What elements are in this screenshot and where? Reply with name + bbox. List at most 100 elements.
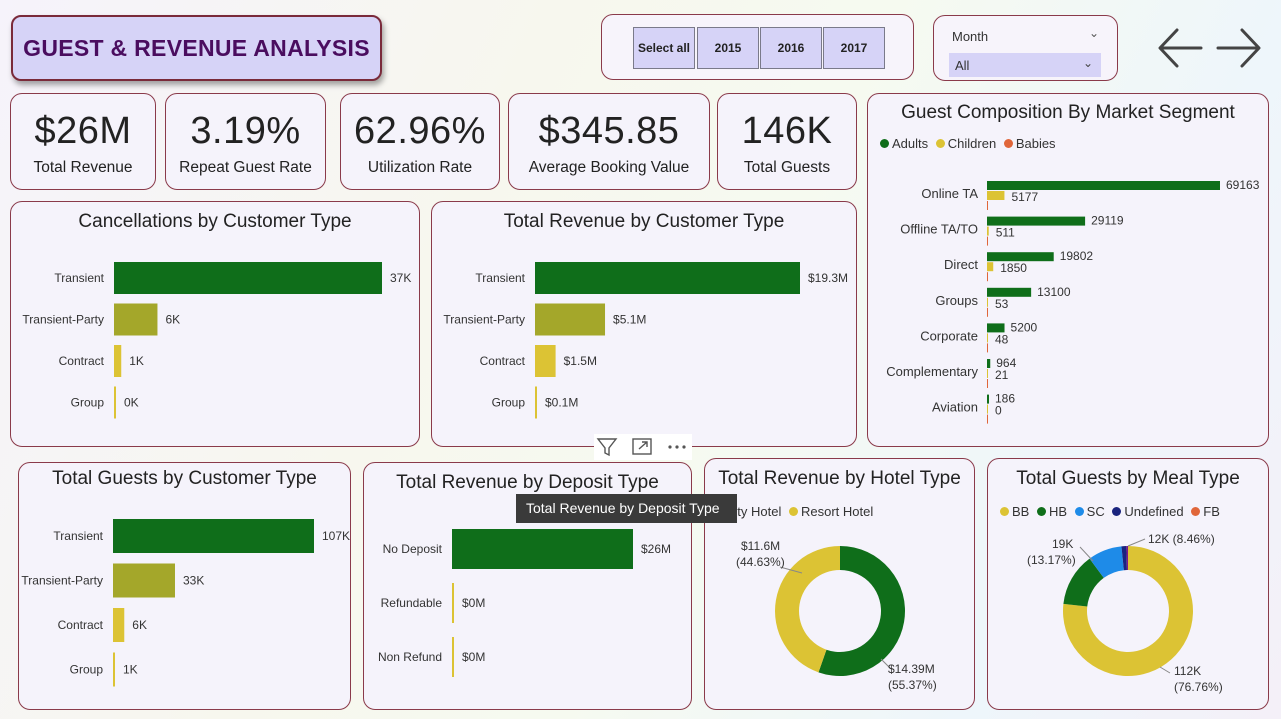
- bar-adults: [987, 394, 989, 404]
- legend-item-bb[interactable]: BB: [1000, 504, 1029, 519]
- bar-babies: [987, 201, 988, 210]
- chevron-down-icon[interactable]: ⌄: [1089, 26, 1099, 40]
- year-slicer: Select all 2015 2016 2017: [601, 14, 914, 80]
- kpi-total-guests: 146K Total Guests: [717, 93, 857, 190]
- category-label: Transient-Party: [443, 313, 525, 327]
- legend-item-fb[interactable]: FB: [1187, 504, 1220, 519]
- bar-babies: [987, 343, 988, 353]
- data-label: 107K: [322, 529, 350, 543]
- data-label: $5.1M: [613, 313, 646, 327]
- kpi-value: $345.85: [538, 110, 680, 152]
- bar-babies: [987, 236, 988, 246]
- data-label: (13.17%): [1027, 553, 1076, 567]
- category-label: Direct: [944, 257, 978, 272]
- chart-legend: BB HB SC Undefined FB: [1000, 504, 1220, 519]
- bar-adults: [987, 216, 1086, 226]
- category-label: Corporate: [920, 328, 978, 343]
- legend-item-undefined[interactable]: Undefined: [1108, 504, 1184, 519]
- data-label-children: 48: [995, 332, 1009, 346]
- kpi-label: Average Booking Value: [528, 159, 690, 176]
- year-button-2017[interactable]: 2017: [823, 27, 885, 69]
- category-label: Groups: [935, 293, 978, 308]
- data-label-adults: 69163: [1226, 178, 1260, 192]
- bar: [535, 303, 606, 336]
- revenue-hotel-donut: $11.6M (44.63%) $14.39M (55.37%): [736, 539, 937, 692]
- data-label-adults: 19802: [1060, 249, 1094, 263]
- chart-title: Total Guests by Meal Type: [1016, 468, 1240, 489]
- category-label: Complementary: [886, 364, 978, 379]
- data-label-adults: 29119: [1091, 214, 1124, 228]
- data-label: $1.5M: [564, 354, 597, 368]
- legend-item-children[interactable]: Children: [932, 136, 996, 151]
- bar: [113, 519, 314, 553]
- category-label: Group: [71, 396, 105, 410]
- bar-children: [987, 404, 988, 414]
- filter-icon[interactable]: [594, 434, 620, 460]
- category-label: Refundable: [381, 596, 443, 610]
- bar-babies: [987, 272, 988, 282]
- category-label: Transient: [53, 529, 103, 543]
- bar: [452, 583, 454, 623]
- data-label: 0K: [124, 396, 139, 410]
- chart-title: Guest Composition By Market Segment: [901, 102, 1235, 123]
- data-label: 112K: [1174, 664, 1201, 678]
- kpi-label: Repeat Guest Rate: [179, 159, 312, 176]
- legend-item-hb[interactable]: HB: [1033, 504, 1067, 519]
- data-label: (76.76%): [1174, 680, 1223, 694]
- category-label: No Deposit: [383, 542, 443, 556]
- category-label: Contract: [58, 618, 104, 632]
- data-label-children: 1850: [1000, 261, 1027, 275]
- chart-legend: Adults Children Babies: [880, 136, 1056, 151]
- data-label-children: 53: [995, 297, 1009, 311]
- data-label: $0M: [462, 650, 485, 664]
- month-dropdown[interactable]: All ⌄: [949, 53, 1101, 77]
- category-label: Transient-Party: [21, 574, 103, 588]
- revenue-customer-chart-card: Total Revenue by Customer Type Transient…: [431, 201, 857, 447]
- leader-line: [1159, 666, 1171, 674]
- more-options-icon[interactable]: [664, 434, 690, 460]
- arrow-left-icon[interactable]: [1157, 25, 1203, 71]
- year-button-2016[interactable]: 2016: [760, 27, 822, 69]
- guests-customer-chart: Transient 107K Transient-Party 33K Contract 6…: [21, 519, 350, 687]
- kpi-average-booking-value: $345.85 Average Booking Value: [508, 93, 710, 190]
- data-label: 12K (8.46%): [1148, 532, 1215, 546]
- data-label: 19K: [1052, 537, 1073, 551]
- chart-title: Total Revenue by Deposit Type: [396, 472, 659, 493]
- year-button-2015[interactable]: 2015: [697, 27, 759, 69]
- revenue-hotel-chart-card: Total Revenue by Hotel Type City Hotel R…: [704, 458, 975, 710]
- kpi-repeat-guest-rate: 3.19% Repeat Guest Rate: [165, 93, 326, 190]
- bar-children: [987, 297, 988, 307]
- legend-item-babies[interactable]: Babies: [1000, 136, 1056, 151]
- data-label: 6K: [165, 313, 180, 327]
- bar-babies: [987, 307, 988, 317]
- bar: [113, 652, 115, 687]
- visual-header: [594, 434, 692, 460]
- legend-item-adults[interactable]: Adults: [880, 136, 928, 151]
- kpi-value: $26M: [34, 110, 132, 152]
- month-slicer: Month ⌄ All ⌄: [933, 15, 1118, 81]
- legend-item-resort-hotel[interactable]: Resort Hotel: [785, 504, 873, 519]
- bar-children: [987, 191, 1005, 200]
- chart-legend: City Hotel Resort Hotel: [713, 504, 873, 519]
- category-label: Contract: [59, 354, 105, 368]
- category-label: Transient: [475, 271, 525, 285]
- category-label: Online TA: [921, 186, 978, 201]
- data-label: $0.1M: [545, 396, 578, 410]
- focus-mode-icon[interactable]: [629, 434, 655, 460]
- kpi-label: Utilization Rate: [367, 159, 473, 176]
- bar-adults: [987, 359, 991, 368]
- data-label-children: 21: [995, 368, 1009, 382]
- bar-children: [987, 262, 994, 272]
- bar: [452, 529, 633, 569]
- category-label: Group: [492, 396, 526, 410]
- cancellations-chart: Transient 37K Transient-Party 6K Contract 1K G…: [22, 262, 411, 419]
- chart-tooltip: Total Revenue by Deposit Type: [516, 494, 737, 523]
- year-button-select-all[interactable]: Select all: [633, 27, 695, 69]
- arrow-right-icon[interactable]: [1216, 25, 1262, 71]
- cancellations-chart-card: Cancellations by Customer Type Transient…: [10, 201, 420, 447]
- data-label-children: 0: [995, 404, 1002, 418]
- bar: [535, 345, 556, 377]
- category-label: Non Refund: [378, 650, 442, 664]
- legend-item-sc[interactable]: SC: [1071, 504, 1105, 519]
- data-label-adults: 13100: [1037, 285, 1071, 299]
